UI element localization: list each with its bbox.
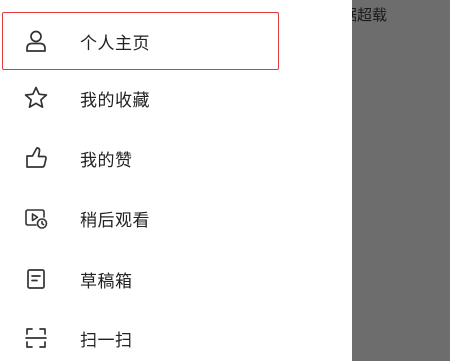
person-icon (22, 27, 50, 55)
screen: 据超载 个人主页 我的收藏 我的赞 稍后观看 草稿箱 扫一扫 (0, 0, 450, 361)
menu-item-likes[interactable]: 我的赞 (0, 129, 352, 187)
menu-item-label: 个人主页 (80, 33, 150, 54)
draft-box-icon (22, 265, 50, 293)
menu-item-label: 稍后观看 (80, 210, 150, 231)
menu-item-watch-later[interactable]: 稍后观看 (0, 189, 352, 247)
side-drawer: 个人主页 我的收藏 我的赞 稍后观看 草稿箱 扫一扫 (0, 0, 352, 361)
thumbs-up-icon (22, 144, 50, 172)
watch-later-icon (22, 204, 50, 232)
menu-item-scan[interactable]: 扫一扫 (0, 309, 352, 361)
menu-item-favorites[interactable]: 我的收藏 (0, 69, 352, 127)
menu-item-profile[interactable]: 个人主页 (0, 12, 352, 70)
background-text: 据超载 (342, 6, 388, 24)
menu-item-label: 我的赞 (80, 150, 133, 171)
dim-overlay[interactable] (352, 0, 450, 361)
menu-item-label: 草稿箱 (80, 271, 133, 292)
menu-item-drafts[interactable]: 草稿箱 (0, 250, 352, 308)
star-icon (22, 84, 50, 112)
menu-item-label: 扫一扫 (80, 330, 133, 351)
menu-item-label: 我的收藏 (80, 90, 150, 111)
scan-icon (22, 324, 50, 352)
